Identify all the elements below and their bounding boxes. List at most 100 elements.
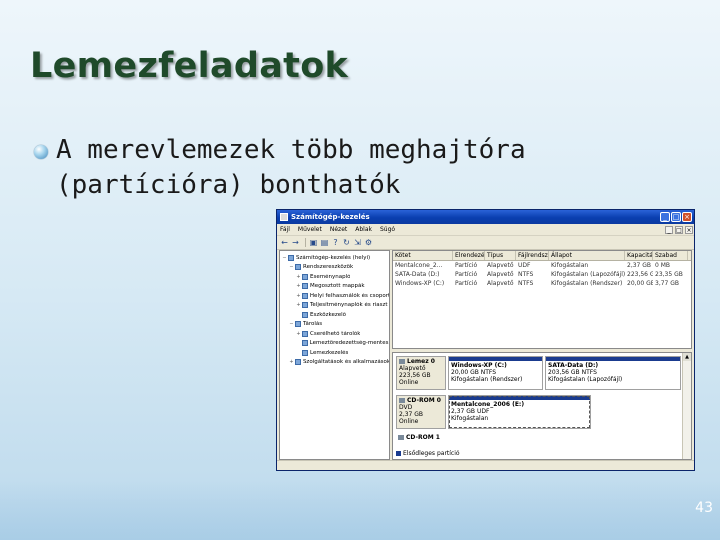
page-number: 43	[695, 500, 713, 516]
column-header[interactable]: Fájlrendszer	[516, 251, 549, 260]
close-button[interactable]: ×	[682, 212, 692, 222]
tree-item[interactable]: + Teljesítménynaplók és riaszt	[280, 301, 389, 311]
child-restore-button[interactable]: □	[675, 225, 683, 234]
volume-cell: SATA-Data (D:)	[395, 271, 440, 278]
tree-expander-icon[interactable]: +	[296, 293, 301, 299]
tree-item[interactable]: − Tárolás	[280, 320, 389, 330]
volume-cell: UDF	[518, 262, 531, 269]
menu-help[interactable]: Súgó	[380, 226, 395, 233]
volume-cell: 2,37 GB	[627, 262, 652, 269]
tree-node-icon	[302, 311, 308, 318]
disk-label[interactable]: CD-ROM 0 DVD 2,37 GB Online	[396, 395, 446, 429]
column-header[interactable]: Állapot	[549, 251, 625, 260]
maximize-button[interactable]: □	[671, 212, 681, 222]
properties-icon[interactable]: ▤	[320, 238, 329, 247]
disk-label[interactable]: CD-ROM 1	[396, 434, 446, 443]
up-folder-icon[interactable]: ▣	[309, 238, 318, 247]
tree-node-icon	[301, 292, 308, 299]
column-header[interactable]: Típus	[485, 251, 516, 260]
tree-item-label: Megosztott mappák	[310, 283, 365, 290]
partition-d[interactable]: SATA-Data (D:) 203,56 GB NTFS Kifogástal…	[545, 356, 681, 390]
disk-row-2: CD-ROM 1	[396, 434, 681, 443]
tree-node-icon	[302, 349, 308, 356]
tree-item-label: Cserélhető tárolók	[310, 330, 361, 337]
details-area: KötetElrendezésTípusFájlrendszerÁllapotK…	[392, 250, 692, 460]
hard-disk-icon	[399, 359, 405, 364]
tree-expander-icon[interactable]: +	[289, 359, 294, 365]
tree-expander-icon[interactable]: −	[289, 321, 294, 327]
partition-size: 20,00 GB NTFS	[451, 369, 497, 376]
settings-icon[interactable]: ⚙	[364, 238, 373, 247]
tree-expander-icon[interactable]: +	[296, 283, 301, 289]
disk-map-scrollbar[interactable]: ▲	[682, 353, 691, 459]
refresh-icon[interactable]: ↻	[342, 238, 351, 247]
child-close-button[interactable]: ×	[685, 225, 693, 234]
tree-item-label: Számítógép-kezelés (helyi)	[296, 254, 371, 261]
tree-node-icon	[302, 330, 308, 337]
computer-management-window: Számítógép-kezelés _ □ × Fájl Művelet Né…	[276, 209, 695, 471]
partition-e[interactable]: Mentalcone_2006 (E:) 2,37 GB UDF Kifogás…	[448, 395, 591, 429]
tree-item[interactable]: + Cserélhető tárolók	[280, 329, 389, 339]
window-title: Számítógép-kezelés	[291, 213, 370, 221]
menubar: Fájl Művelet Nézet Ablak Súgó _ □ ×	[277, 224, 694, 236]
window-titlebar[interactable]: Számítógép-kezelés _ □ ×	[277, 210, 694, 224]
volume-cell: Alapvető	[487, 280, 514, 287]
tree-expander-icon[interactable]: +	[296, 302, 301, 308]
tree-item[interactable]: Lemeztöredezettség-mentesítő	[280, 339, 389, 349]
tree-item[interactable]: Eszközkezelő	[280, 310, 389, 320]
column-header[interactable]: Szabad	[653, 251, 688, 260]
partition-title: Windows-XP (C:)	[451, 362, 507, 369]
tree-node-icon	[302, 302, 308, 309]
column-header[interactable]: Kapacitás	[625, 251, 653, 260]
scroll-up-arrow-icon[interactable]: ▲	[683, 353, 691, 361]
tree-item[interactable]: − Számítógép-kezelés (helyi)	[280, 253, 389, 263]
volume-cell: Kifogástalan (Lapozófájl)	[551, 271, 625, 278]
help-icon[interactable]: ?	[331, 238, 340, 247]
tree-item[interactable]: Lemezkezelés	[280, 348, 389, 358]
child-minimize-button[interactable]: _	[665, 225, 673, 234]
partition-title: SATA-Data (D:)	[548, 362, 599, 369]
disk-name: Lemez 0	[399, 358, 443, 365]
tree-item[interactable]: + Megosztott mappák	[280, 282, 389, 292]
tree-item-label: Lemezkezelés	[310, 349, 349, 356]
tree-node-icon	[288, 254, 294, 261]
forward-arrow-icon[interactable]: →	[291, 238, 300, 247]
volume-row[interactable]: Mentalcone_2... Partíció Alapvető UDF Kifogá…	[393, 261, 691, 270]
bullet-line-2: (partícióra) bonthatók	[56, 170, 401, 200]
tree-item[interactable]: + Szolgáltatások és alkalmazások	[280, 358, 389, 368]
window-body: − Számítógép-kezelés (helyi) − Rendszereszk…	[279, 250, 692, 460]
menu-action[interactable]: Művelet	[298, 226, 322, 233]
tree-item[interactable]: + Eseménynapló	[280, 272, 389, 282]
volume-row[interactable]: Windows-XP (C:) Partíció Alapvető NTFS Kifog…	[393, 279, 691, 288]
computer-management-icon	[280, 213, 288, 221]
bullet-line-1: A merevlemezek több meghajtóra	[56, 135, 526, 165]
column-header[interactable]: Kötet	[393, 251, 453, 260]
tree-item-label: Tárolás	[303, 321, 323, 328]
primary-partition-swatch	[396, 451, 401, 456]
disk-label[interactable]: Lemez 0 Alapvető 223,56 GB Online	[396, 356, 446, 390]
partition-c[interactable]: Windows-XP (C:) 20,00 GB NTFS Kifogástal…	[448, 356, 543, 390]
export-icon[interactable]: ⇲	[353, 238, 362, 247]
tree-item[interactable]: + Helyi felhasználók és csoport	[280, 291, 389, 301]
menu-window[interactable]: Ablak	[355, 226, 372, 233]
tree-item-label: Lemeztöredezettség-mentesítő	[309, 340, 389, 347]
back-arrow-icon[interactable]: ←	[280, 238, 289, 247]
column-header[interactable]: Elrendezés	[453, 251, 485, 260]
partition-status: Kifogástalan	[451, 415, 489, 422]
tree-expander-icon[interactable]: −	[289, 264, 294, 270]
menu-file[interactable]: Fájl	[280, 226, 290, 233]
tree-item-label: Helyi felhasználók és csoport	[309, 292, 389, 299]
tree-item[interactable]: − Rendszereszközök	[280, 263, 389, 273]
bullet-text: A merevlemezek több meghajtóra (partíció…	[56, 133, 576, 203]
menu-view[interactable]: Nézet	[330, 226, 347, 233]
partition-status: Kifogástalan (Lapozófájl)	[548, 376, 623, 383]
slide-title: Lemezfeladatok	[30, 46, 349, 86]
tree-expander-icon[interactable]: −	[282, 255, 287, 261]
tree-node-icon	[295, 321, 301, 328]
partition-title: Mentalcone_2006 (E:)	[451, 401, 525, 408]
tree-expander-icon[interactable]: +	[296, 274, 301, 280]
tree-expander-icon[interactable]: +	[296, 331, 301, 337]
disk-status: Online	[399, 418, 419, 425]
volume-row[interactable]: SATA-Data (D:) Partíció Alapvető NTFS Kifogá…	[393, 270, 691, 279]
minimize-button[interactable]: _	[660, 212, 670, 222]
